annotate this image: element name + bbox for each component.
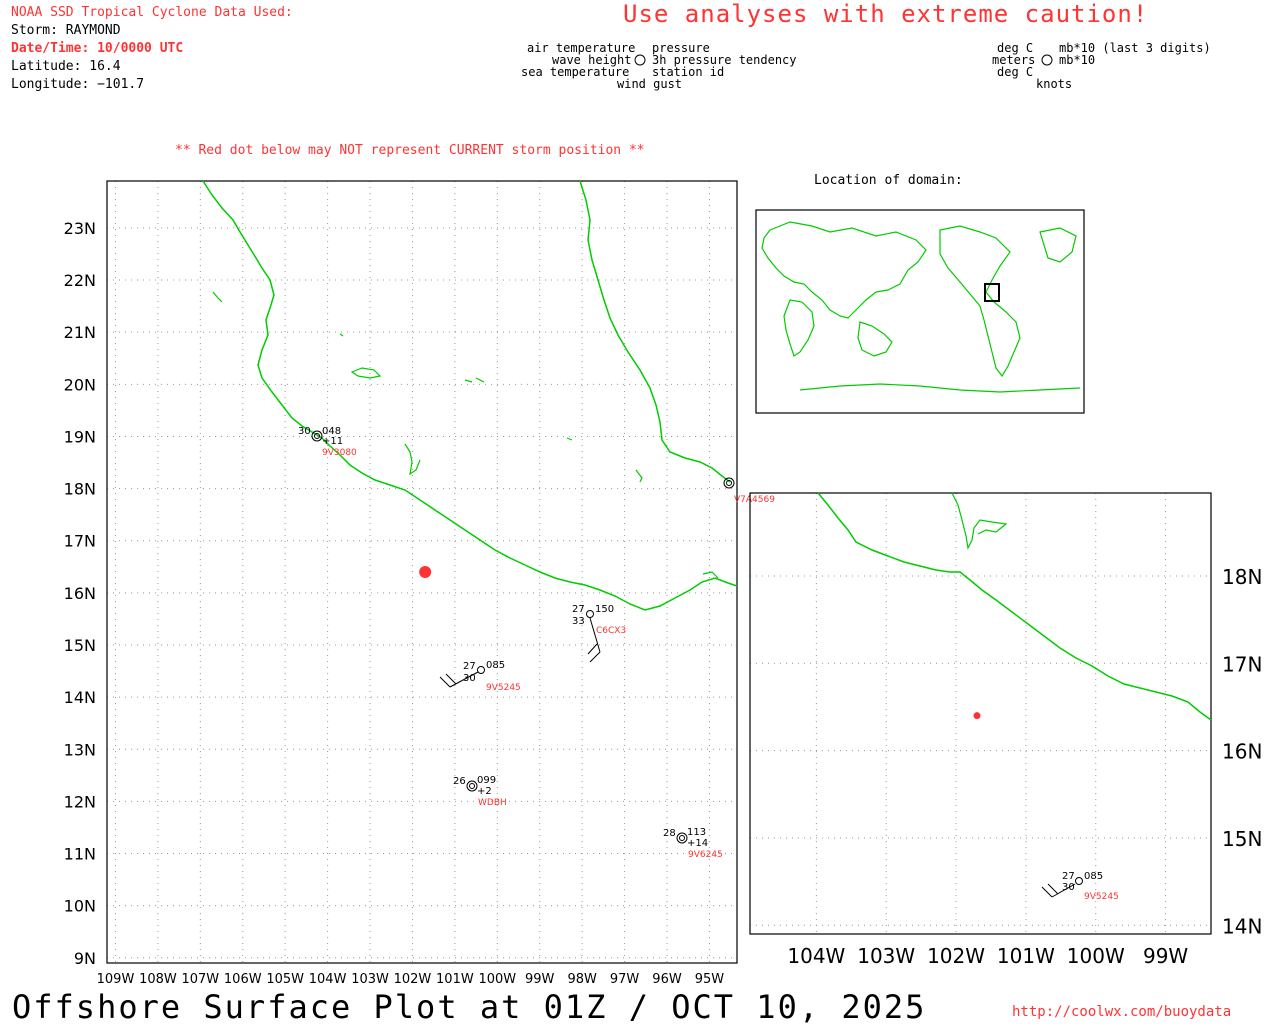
zoom-station-9v5245[interactable]: 27 085 30 9V5245 (1041, 871, 1119, 902)
zoom-lat-label: 14N (1222, 914, 1262, 938)
main-lat-label: 14N (64, 688, 96, 707)
main-lon-labels: 109W 108W 107W 106W 105W 104W 103W 102W 101W 100W… (97, 972, 725, 987)
footer-title: Offshore Surface Plot at 01Z / OCT 10, 2… (12, 988, 927, 1026)
main-coastline (202, 180, 738, 611)
zoom-lat-label: 17N (1222, 652, 1262, 676)
main-lat-label: 20N (64, 375, 96, 394)
main-lon-label: 108W (139, 972, 177, 987)
station-air-temp: 27 (1062, 871, 1075, 882)
main-lon-label: 106W (224, 972, 262, 987)
inset-frame (755, 209, 1085, 414)
station-wdbh[interactable]: 26 099 +2 WDBH (453, 775, 507, 808)
main-lon-label: 104W (309, 972, 347, 987)
map-canvas: 23N 22N 21N 20N 19N 18N 17N 16N 15N 14N 13N 12N 11N 1… (64, 54, 1262, 987)
footer-url[interactable]: http://coolwx.com/buoydata (1012, 1004, 1231, 1020)
main-lat-label: 23N (64, 219, 96, 238)
zoom-lon-label: 100W (1067, 944, 1125, 968)
zoom-lon-label: 102W (927, 944, 985, 968)
main-lat-label: 19N (64, 427, 96, 446)
inset-world-map (755, 209, 1085, 414)
main-lon-label: 96W (652, 972, 682, 987)
station-tendency: +2 (477, 786, 492, 797)
main-lat-label: 15N (64, 636, 96, 655)
zoom-lat-label: 18N (1222, 565, 1262, 589)
zoom-lon-label: 103W (857, 944, 915, 968)
station-sea-temp: 30 (463, 673, 476, 684)
main-lat-label: 12N (64, 792, 96, 811)
main-lat-label: 22N (64, 271, 96, 290)
zoom-lat-labels: 18N 17N 16N 15N 14N (1222, 565, 1262, 938)
main-lon-label: 95W (695, 972, 725, 987)
station-id: WDBH (478, 798, 507, 808)
zoom-lon-label: 101W (997, 944, 1055, 968)
zoom-grid (750, 493, 1211, 934)
zoom-island (951, 492, 1008, 550)
zoom-lat-label: 15N (1222, 827, 1262, 851)
station-pressure: 085 (1084, 871, 1103, 882)
zoom-map: 18N17N16N15N14N 104W 103W 102W 101W 100W 99W … (749, 492, 1262, 968)
station-9v5245[interactable]: 27 085 30 9V5245 (439, 660, 521, 693)
station-air-temp: 27 (572, 604, 585, 615)
station-air-temp: 26 (453, 776, 466, 787)
zoom-lat-label: 16N (1222, 740, 1262, 764)
legend-unit-circle (1041, 54, 1053, 66)
station-9v6245[interactable]: 28 113 +14 9V6245 (663, 827, 723, 860)
station-9v3080[interactable]: 30 048 +11 9V3080 (298, 426, 357, 458)
station-id: 9V5245 (486, 683, 521, 693)
station-pressure: 099 (477, 775, 496, 786)
station-air-temp: 27 (463, 661, 476, 672)
station-tendency: +11 (322, 436, 343, 447)
station-id: V7A4569 (734, 495, 775, 505)
station-tendency: +14 (687, 838, 708, 849)
main-lon-label: 107W (181, 972, 219, 987)
station-id: 9V6245 (688, 850, 723, 860)
zoom-lon-label: 104W (787, 944, 845, 968)
main-lon-label: 100W (478, 972, 516, 987)
zoom-map-frame (749, 492, 1212, 935)
station-id: 9V3080 (322, 448, 357, 458)
main-map: 23N 22N 21N 20N 19N 18N 17N 16N 15N 14N 13N 12N 11N 1… (64, 180, 738, 987)
main-lon-label: 99W (525, 972, 555, 987)
zoom-lon-labels: 104W 103W 102W 101W 100W 99W (787, 944, 1188, 968)
main-lat-label: 16N (64, 584, 96, 603)
station-pressure: 150 (595, 604, 614, 615)
zoom-lon-label: 99W (1143, 944, 1188, 968)
main-lat-label: 17N (64, 532, 96, 551)
station-id: C6CX3 (596, 626, 626, 636)
main-lon-label: 105W (266, 972, 304, 987)
station-pressure: 085 (486, 660, 505, 671)
main-lon-label: 109W (97, 972, 135, 987)
main-lat-label: 21N (64, 323, 96, 342)
station-sea-temp: 33 (572, 616, 585, 627)
main-lon-label: 97W (610, 972, 640, 987)
zoom-coastline (817, 492, 1212, 721)
main-lat-label: 18N (64, 480, 96, 499)
main-lon-label: 98W (567, 972, 597, 987)
station-c6cx3[interactable]: 27 150 33 C6CX3 (572, 604, 626, 663)
main-coastline-baja-islands (212, 291, 719, 579)
station-id: 9V5245 (1084, 892, 1119, 902)
station-pressure: 113 (687, 827, 706, 838)
main-lat-label: 13N (64, 740, 96, 759)
main-lat-label: 9N (74, 949, 96, 968)
station-air-temp: 28 (663, 828, 676, 839)
station-air-temp: 30 (298, 426, 311, 437)
main-lon-label: 102W (394, 972, 432, 987)
main-lat-label: 11N (64, 845, 96, 864)
zoom-storm-position-marker[interactable] (973, 712, 981, 720)
main-lon-label: 101W (436, 972, 474, 987)
main-lon-label: 103W (351, 972, 389, 987)
legend-station-circle (634, 54, 646, 66)
station-sea-temp: 30 (1062, 882, 1075, 893)
main-lat-label: 10N (64, 897, 96, 916)
storm-position-marker[interactable] (419, 566, 432, 578)
main-lat-labels: 23N 22N 21N 20N 19N 18N 17N 16N 15N 14N 13N 12N 11N 1… (64, 219, 96, 968)
